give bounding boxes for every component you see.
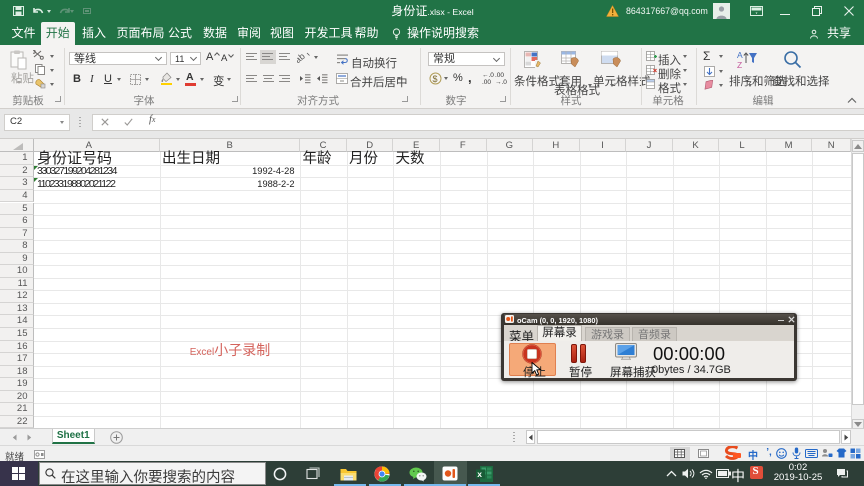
svg-text:ab: ab <box>297 51 307 63</box>
svg-text:x: x <box>477 469 482 479</box>
svg-text:A: A <box>737 50 743 60</box>
svg-text:Z: Z <box>737 60 742 69</box>
